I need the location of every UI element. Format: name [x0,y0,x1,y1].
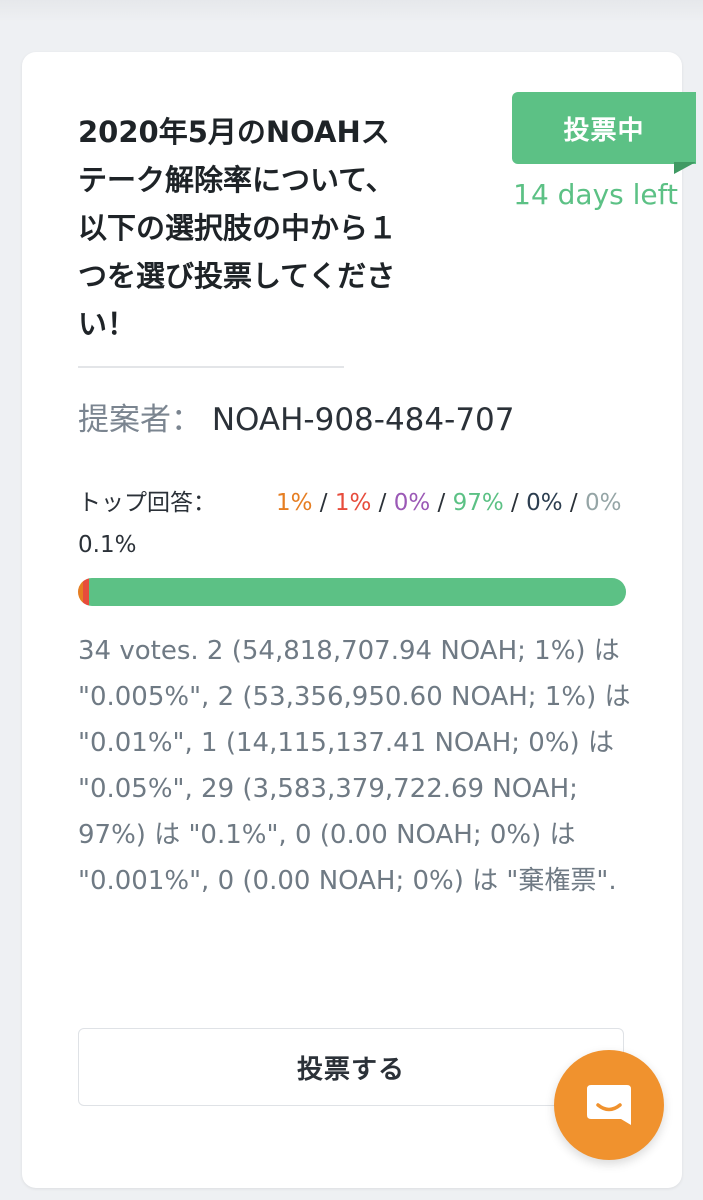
percentage-item: 0% [585,490,622,516]
percentage-item: 97% [452,490,504,516]
percentage-list: 1% / 1% / 0% / 97% / 0% / 0% [276,482,636,524]
divider [78,366,344,368]
votes-summary: 34 votes. 2 (54,818,707.94 NOAH; 1%) は "… [78,636,631,896]
percentage-item: 0% [393,490,431,516]
vote-button[interactable]: 投票する [78,1028,624,1106]
chat-button[interactable] [554,1050,664,1160]
percentage-separator: / [371,490,394,516]
percentage-separator: / [312,490,335,516]
status-badge-fold [674,162,696,174]
top-answer-label: トップ回答： [78,490,216,516]
percentage-separator: / [503,490,527,516]
proposer: 提案者： NOAH-908-484-707 [78,394,515,439]
percentage-item: 1% [276,490,313,516]
results-bar-segment [88,578,626,606]
poll-card: 2020年5月のNOAHステーク解除率について、以下の選択肢の中から１つを選び投… [22,52,696,1188]
top-answer-value: 0.1% [78,532,137,558]
percentage-item: 1% [334,490,372,516]
top-answer: トップ回答： 0.1% [78,482,258,566]
proposer-id: NOAH-908-484-707 [211,402,515,438]
percentage-separator: / [562,490,585,516]
status-badge: 投票中 [512,92,696,164]
poll-title: 2020年5月のNOAHステーク解除率について、以下の選択肢の中から１つを選び投… [78,115,398,341]
proposer-label: 提案者： [78,402,202,438]
results-bar [78,578,626,606]
percentage-item: 0% [526,490,563,516]
percentage-separator: / [430,490,453,516]
top-shadow-strip [0,0,703,22]
time-left: 14 days left [513,178,678,211]
chat-bubble-smile-icon [587,1085,631,1125]
